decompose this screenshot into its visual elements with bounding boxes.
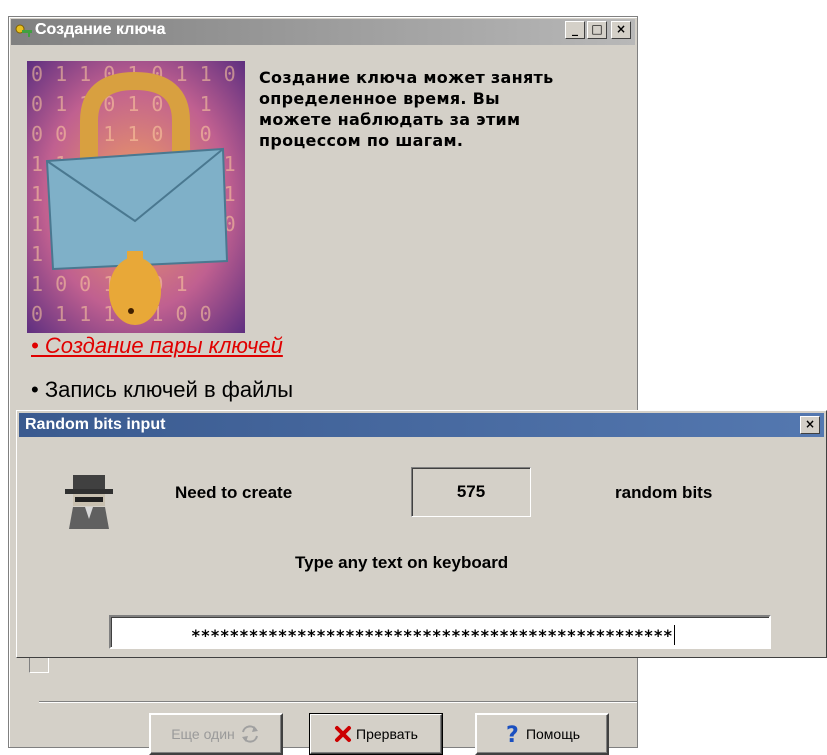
dialog-close-button[interactable]: × — [800, 416, 820, 434]
help-button[interactable]: ? Помощь — [475, 713, 609, 755]
instruction-label: Type any text on keyboard — [295, 553, 509, 572]
close-button[interactable]: × — [611, 21, 631, 39]
window-title: Создание ключа — [35, 21, 166, 38]
cross-icon — [335, 726, 352, 742]
spy-icon — [65, 475, 113, 529]
key-icon — [15, 24, 32, 37]
text-caret — [673, 625, 675, 645]
maximize-button[interactable]: □ — [587, 21, 607, 39]
minimize-button[interactable]: _ — [565, 21, 585, 39]
need-to-create-label: Need to create — [175, 483, 293, 502]
svg-text:?: ? — [506, 723, 519, 745]
random-text-input[interactable]: ****************************************… — [109, 615, 771, 649]
step-write-keys: • Запись ключей в файлы — [31, 377, 294, 402]
separator — [39, 701, 637, 703]
encryption-lock-picture: 0 1 1 0 1 0 1 1 0 00 1 1 0 1 0 0 10 0 1 … — [27, 61, 245, 333]
bits-count: 575 — [411, 467, 531, 517]
random-bits-dialog: Random bits input × Need to create 575 r… — [16, 410, 827, 658]
step-create-key-pair: • Создание пары ключей — [31, 333, 283, 358]
dialog-title: Random bits input — [25, 416, 166, 433]
random-bits-label: random bits — [615, 483, 713, 502]
dialog-title-bar[interactable]: Random bits input × — [19, 413, 824, 437]
info-text: Создание ключа может занять определенное… — [259, 68, 554, 150]
refresh-icon — [241, 725, 258, 743]
abort-button[interactable]: Прервать — [309, 713, 443, 755]
question-mark-icon: ? — [506, 723, 519, 745]
another-button[interactable]: Еще один — [149, 713, 283, 755]
